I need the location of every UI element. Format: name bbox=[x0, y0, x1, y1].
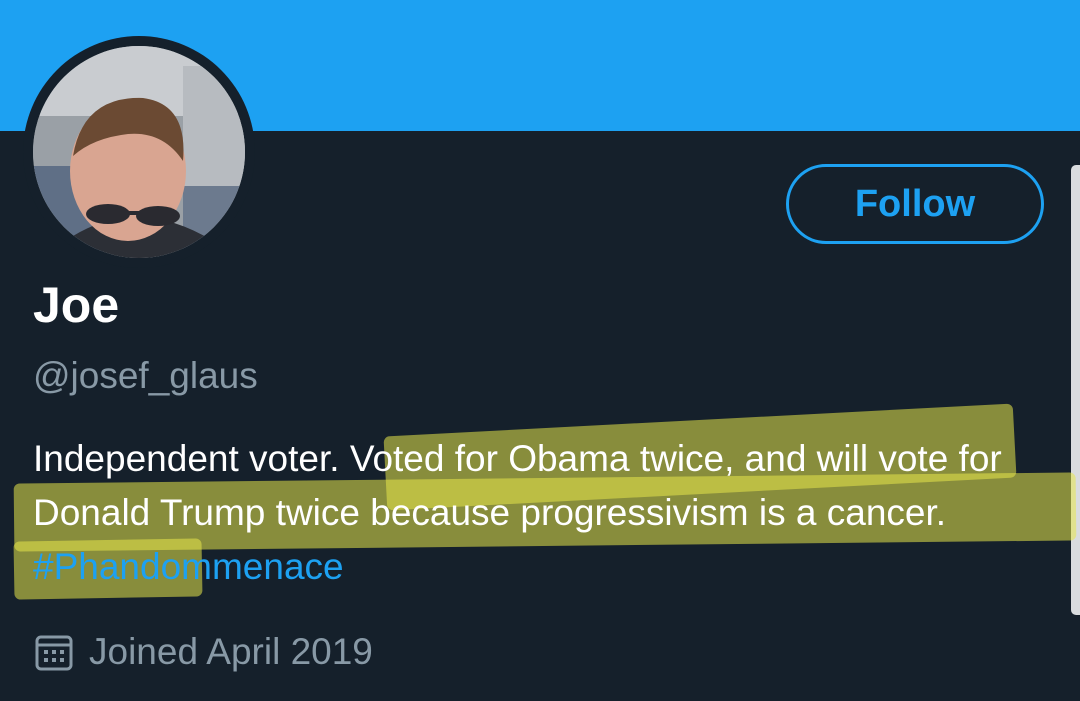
avatar-photo bbox=[33, 46, 245, 258]
profile-bio: Independent voter. Voted for Obama twice… bbox=[33, 432, 1063, 594]
joined-date: Joined April 2019 bbox=[33, 628, 373, 676]
follow-button[interactable]: Follow bbox=[786, 164, 1044, 244]
calendar-icon bbox=[35, 635, 73, 671]
display-name: Joe bbox=[33, 277, 120, 333]
bio-text: Independent voter. bbox=[33, 438, 350, 479]
scrollbar[interactable] bbox=[1071, 165, 1080, 615]
profile-page: Follow Joe @josef_glaus Independent vote… bbox=[0, 0, 1080, 701]
user-handle: @josef_glaus bbox=[33, 355, 258, 396]
hashtag-link[interactable]: #Phandommenace bbox=[33, 546, 344, 587]
avatar[interactable] bbox=[33, 46, 245, 258]
joined-label: Joined April 2019 bbox=[89, 631, 373, 672]
